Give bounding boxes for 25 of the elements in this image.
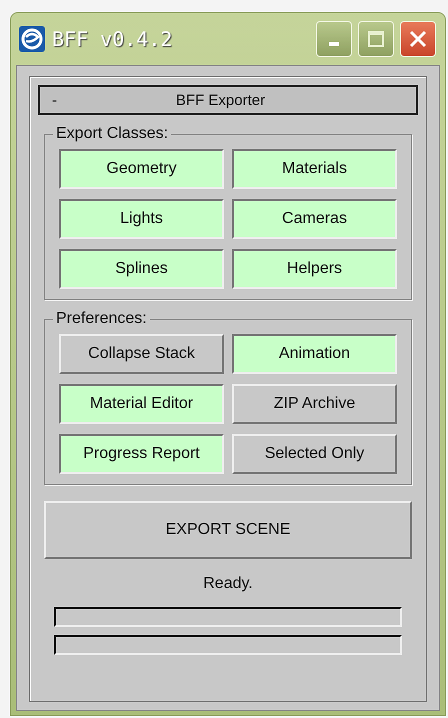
- toggle-button[interactable]: Collapse Stack: [59, 334, 224, 374]
- maximize-icon: [367, 30, 385, 48]
- toggle-button[interactable]: Material Editor: [59, 384, 224, 424]
- toggle-button[interactable]: Geometry: [59, 149, 224, 189]
- close-icon: [408, 29, 428, 49]
- toggle-button[interactable]: ZIP Archive: [232, 384, 397, 424]
- toggle-button[interactable]: Helpers: [232, 249, 397, 289]
- toggle-button[interactable]: Cameras: [232, 199, 397, 239]
- minimize-button[interactable]: [316, 21, 352, 57]
- toggle-button[interactable]: Splines: [59, 249, 224, 289]
- window-title: BFF v0.4.2: [52, 27, 174, 51]
- app-logo-icon: [18, 25, 46, 53]
- close-button[interactable]: [400, 21, 436, 57]
- minimize-icon: [329, 42, 339, 46]
- toggle-button[interactable]: Materials: [232, 149, 397, 189]
- group-title: Export Classes:: [55, 125, 170, 143]
- toggle-button[interactable]: Selected Only: [232, 434, 397, 474]
- toggle-button[interactable]: Animation: [232, 334, 397, 374]
- status-text: Ready.: [202, 575, 254, 593]
- maximize-button[interactable]: [358, 21, 394, 57]
- toggle-button[interactable]: Progress Report: [59, 434, 224, 474]
- toggle-button[interactable]: Lights: [59, 199, 224, 239]
- export-button[interactable]: EXPORT SCENE: [44, 501, 412, 559]
- group-title: Preferences:: [55, 310, 148, 328]
- rollout-header[interactable]: - BFF Exporter: [38, 85, 418, 115]
